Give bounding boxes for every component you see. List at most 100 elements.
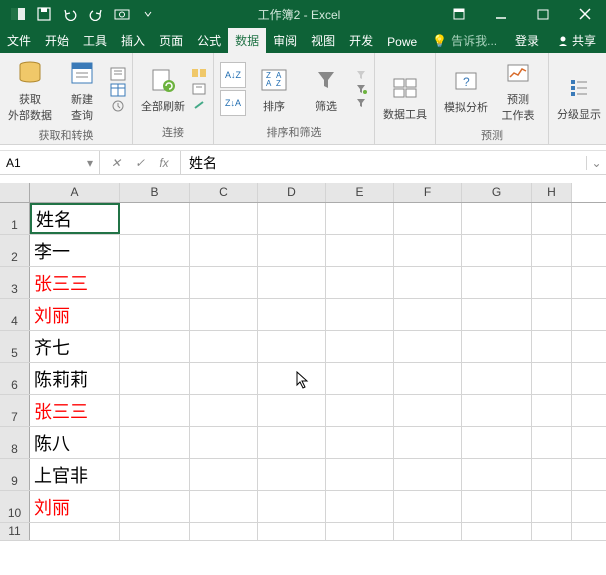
cell-D6[interactable] (258, 363, 326, 394)
cell-B6[interactable] (120, 363, 190, 394)
cell-G4[interactable] (462, 299, 532, 330)
cell-D4[interactable] (258, 299, 326, 330)
enter-icon[interactable]: ✓ (132, 156, 148, 170)
cell-H2[interactable] (532, 235, 572, 266)
cell-E10[interactable] (326, 491, 394, 522)
recent-sources-icon[interactable] (110, 99, 126, 113)
cell-E8[interactable] (326, 427, 394, 458)
cell-C4[interactable] (190, 299, 258, 330)
cell-G5[interactable] (462, 331, 532, 362)
column-header-F[interactable]: F (394, 183, 462, 202)
tab-数据[interactable]: 数据 (228, 28, 266, 53)
tab-公式[interactable]: 公式 (190, 28, 228, 53)
cell-C9[interactable] (190, 459, 258, 490)
close-icon[interactable] (564, 0, 606, 28)
cell-D3[interactable] (258, 267, 326, 298)
login-button[interactable]: 登录 (507, 28, 547, 53)
tab-插入[interactable]: 插入 (114, 28, 152, 53)
column-header-C[interactable]: C (190, 183, 258, 202)
cell-C3[interactable] (190, 267, 258, 298)
name-box[interactable]: A1 ▾ (0, 151, 100, 174)
cell-F10[interactable] (394, 491, 462, 522)
cell-H8[interactable] (532, 427, 572, 458)
cell-D7[interactable] (258, 395, 326, 426)
cell-F2[interactable] (394, 235, 462, 266)
cell-E9[interactable] (326, 459, 394, 490)
cell-G6[interactable] (462, 363, 532, 394)
cell-B10[interactable] (120, 491, 190, 522)
fx-icon[interactable]: fx (156, 156, 172, 170)
cell-G1[interactable] (462, 203, 532, 234)
cell-A7[interactable]: 张三三 (30, 395, 120, 426)
row-header-3[interactable]: 3 (0, 267, 30, 298)
camera-icon[interactable] (110, 2, 134, 26)
cell-F7[interactable] (394, 395, 462, 426)
new-query-button[interactable]: 新建 查询 (58, 57, 106, 123)
column-header-A[interactable]: A (30, 183, 120, 202)
data-tools-button[interactable]: 数据工具 (381, 72, 429, 122)
cell-G7[interactable] (462, 395, 532, 426)
cell-H5[interactable] (532, 331, 572, 362)
cell-C11[interactable] (190, 523, 258, 540)
cell-F6[interactable] (394, 363, 462, 394)
cell-E4[interactable] (326, 299, 394, 330)
cell-A9[interactable]: 上官非 (30, 459, 120, 490)
cell-F4[interactable] (394, 299, 462, 330)
cell-G2[interactable] (462, 235, 532, 266)
row-header-10[interactable]: 10 (0, 491, 30, 522)
cell-B2[interactable] (120, 235, 190, 266)
cell-A8[interactable]: 陈八 (30, 427, 120, 458)
cell-F3[interactable] (394, 267, 462, 298)
cell-D1[interactable] (258, 203, 326, 234)
edit-links-icon[interactable] (191, 98, 207, 112)
clear-filter-icon[interactable] (354, 69, 368, 81)
qat-dropdown-icon[interactable] (136, 2, 160, 26)
column-header-E[interactable]: E (326, 183, 394, 202)
cell-D9[interactable] (258, 459, 326, 490)
cell-B4[interactable] (120, 299, 190, 330)
cell-G8[interactable] (462, 427, 532, 458)
row-header-4[interactable]: 4 (0, 299, 30, 330)
cell-H10[interactable] (532, 491, 572, 522)
row-header-5[interactable]: 5 (0, 331, 30, 362)
cancel-icon[interactable]: ✕ (108, 156, 124, 170)
cell-B3[interactable] (120, 267, 190, 298)
cell-H3[interactable] (532, 267, 572, 298)
minimize-icon[interactable] (480, 0, 522, 28)
sort-asc-button[interactable]: A↓Z (220, 62, 246, 88)
cell-B7[interactable] (120, 395, 190, 426)
refresh-all-button[interactable]: 全部刷新 (139, 64, 187, 114)
cell-F1[interactable] (394, 203, 462, 234)
sort-button[interactable]: ZAAZ 排序 (250, 64, 298, 114)
cell-A3[interactable]: 张三三 (30, 267, 120, 298)
cell-D8[interactable] (258, 427, 326, 458)
show-queries-icon[interactable] (110, 67, 126, 81)
cell-A5[interactable]: 齐七 (30, 331, 120, 362)
tab-视图[interactable]: 视图 (304, 28, 342, 53)
tab-审阅[interactable]: 审阅 (266, 28, 304, 53)
row-header-7[interactable]: 7 (0, 395, 30, 426)
tab-工具[interactable]: 工具 (76, 28, 114, 53)
cell-G3[interactable] (462, 267, 532, 298)
cell-E1[interactable] (326, 203, 394, 234)
formula-bar[interactable]: 姓名 (180, 151, 586, 174)
cell-G11[interactable] (462, 523, 532, 540)
save-icon[interactable] (32, 2, 56, 26)
sort-desc-button[interactable]: Z↓A (220, 90, 246, 116)
cell-C8[interactable] (190, 427, 258, 458)
column-header-D[interactable]: D (258, 183, 326, 202)
column-header-B[interactable]: B (120, 183, 190, 202)
cell-F5[interactable] (394, 331, 462, 362)
column-header-G[interactable]: G (462, 183, 532, 202)
cell-D10[interactable] (258, 491, 326, 522)
column-header-H[interactable]: H (532, 183, 572, 202)
ribbon-display-icon[interactable] (438, 0, 480, 28)
cell-E5[interactable] (326, 331, 394, 362)
row-header-8[interactable]: 8 (0, 427, 30, 458)
tell-me-search[interactable]: 💡 告诉我... (424, 28, 507, 53)
chevron-down-icon[interactable]: ▾ (87, 156, 93, 170)
cell-C6[interactable] (190, 363, 258, 394)
share-button[interactable]: 共享 (547, 28, 606, 53)
from-table-icon[interactable] (110, 83, 126, 97)
connections-icon[interactable] (191, 66, 207, 80)
